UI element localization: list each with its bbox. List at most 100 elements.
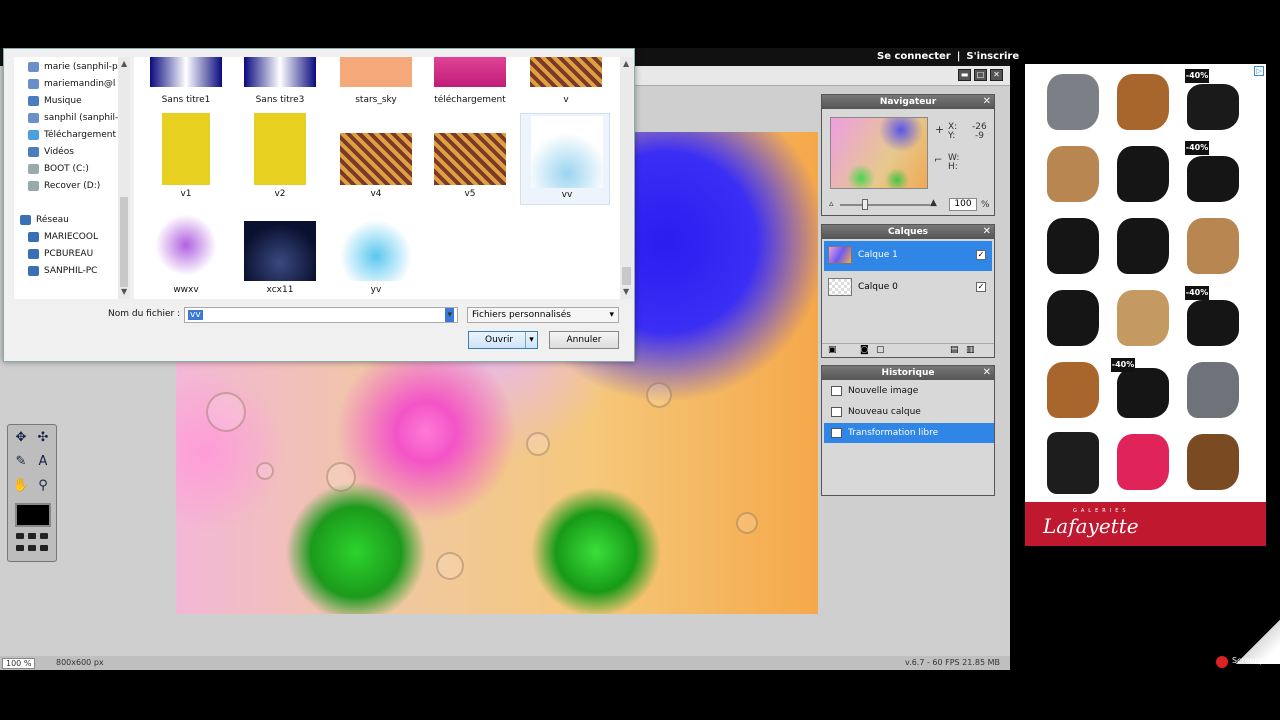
file-item[interactable]: xcx11 <box>234 209 324 299</box>
video-icon <box>28 147 39 157</box>
boot-image[interactable] <box>1117 74 1169 130</box>
file-item[interactable]: Sans titre1 <box>140 57 230 119</box>
new-layer-icon[interactable]: ▤ <box>950 345 959 355</box>
ad-choices-icon[interactable]: ▷ <box>1254 66 1264 76</box>
layer-row-0[interactable]: Calque 0 ✓ <box>824 273 992 303</box>
file-name: Sans titre3 <box>255 95 305 105</box>
filename-input[interactable]: vv ▾ <box>184 307 458 323</box>
signup-link[interactable]: S'inscrire <box>966 51 1019 62</box>
zoom-in-icon[interactable]: ▲ <box>930 198 937 208</box>
file-item[interactable]: v5 <box>424 113 514 205</box>
tree-item[interactable]: Téléchargement <box>28 127 116 143</box>
tree-item[interactable]: mariemandin@l <box>28 76 115 92</box>
chevron-down-icon[interactable]: ▾ <box>525 332 537 348</box>
file-item[interactable]: v <box>520 57 610 119</box>
open-button[interactable]: Ouvrir ▾ <box>468 331 538 349</box>
files-scrollbar[interactable]: ▲ ▼ <box>620 57 633 299</box>
maximize-button[interactable]: □ <box>974 69 987 81</box>
mask-icon[interactable]: ◙ <box>860 345 869 355</box>
history-item[interactable]: Nouveau calque <box>824 402 994 422</box>
layer-visibility-checkbox[interactable]: ✓ <box>976 250 986 260</box>
file-item[interactable]: v4 <box>330 113 420 205</box>
file-item[interactable]: v1 <box>140 113 230 205</box>
tree-item[interactable]: sanphil (sanphil- <box>28 110 118 126</box>
tree-item[interactable]: marie (sanphil-p <box>28 59 118 75</box>
boot-image[interactable] <box>1047 362 1099 418</box>
tree-item-label: Réseau <box>36 215 69 225</box>
boot-image[interactable] <box>1117 218 1169 274</box>
move-tool-icon[interactable]: ✥ <box>12 429 30 447</box>
boot-image[interactable] <box>1187 362 1239 418</box>
boot-image[interactable] <box>1117 146 1169 202</box>
advertisement[interactable]: ▷ -40% -40% -40% -40% GALERIES Lafayette <box>1025 64 1266 546</box>
boot-image[interactable] <box>1047 146 1099 202</box>
file-thumbnail <box>162 113 210 185</box>
scroll-down-icon[interactable]: ▼ <box>623 287 629 296</box>
zoom-slider-track[interactable] <box>840 204 930 206</box>
tree-item[interactable]: Recover (D:) <box>28 178 100 194</box>
transform-tool-icon[interactable]: ✣ <box>34 429 52 447</box>
ad-banner[interactable]: GALERIES Lafayette <box>1025 502 1266 546</box>
boot-image[interactable] <box>1187 434 1239 490</box>
close-icon[interactable]: ✕ <box>983 95 991 109</box>
zoom-tool-icon[interactable]: ⚲ <box>34 477 52 495</box>
chevron-down-icon[interactable]: ▾ <box>445 308 454 322</box>
scroll-up-icon[interactable]: ▲ <box>121 59 127 68</box>
trash-icon[interactable]: ▥ <box>966 345 975 355</box>
boot-image[interactable] <box>1047 74 1099 130</box>
image-dimensions: 800x600 px <box>56 658 104 667</box>
tree-item[interactable]: Musique <box>28 93 82 109</box>
boot-image[interactable] <box>1117 290 1169 346</box>
layer-styles-icon[interactable]: ▣ <box>828 345 837 355</box>
file-item-selected[interactable]: vv <box>520 113 610 205</box>
history-item[interactable]: Nouvelle image <box>824 381 994 401</box>
tree-item[interactable]: MARIECOOL <box>28 229 98 245</box>
boot-image[interactable] <box>1187 156 1239 202</box>
scroll-up-icon[interactable]: ▲ <box>623 59 629 68</box>
close-button[interactable]: ✕ <box>990 69 1003 81</box>
tree-item[interactable]: Vidéos <box>28 144 74 160</box>
file-item[interactable]: yv <box>330 209 420 299</box>
filetype-select[interactable]: Fichiers personnalisés ▾ <box>467 307 619 323</box>
file-item[interactable]: v2 <box>234 113 324 205</box>
boot-image[interactable] <box>1047 290 1099 346</box>
layer-row-1[interactable]: Calque 1 ✓ <box>824 241 992 271</box>
boot-image[interactable] <box>1047 218 1099 274</box>
boot-image[interactable] <box>1187 84 1239 130</box>
tree-item[interactable]: SANPHIL-PC <box>28 263 97 279</box>
coat-image[interactable] <box>1047 432 1099 494</box>
hand-tool-icon[interactable]: ✋ <box>12 477 30 495</box>
account-links: Se connecter | S'inscrire <box>874 51 1022 62</box>
zoom-level[interactable]: 100 % <box>2 658 36 669</box>
tree-item[interactable]: Réseau <box>20 212 69 228</box>
zoom-input[interactable]: 100 <box>949 198 977 211</box>
history-item-selected[interactable]: Transformation libre <box>824 423 994 443</box>
file-item[interactable]: téléchargement <box>424 57 514 119</box>
navigator-thumbnail[interactable] <box>830 117 928 189</box>
zoom-out-icon[interactable]: ▵ <box>829 199 834 209</box>
tree-item[interactable]: BOOT (C:) <box>28 161 89 177</box>
cancel-button[interactable]: Annuler <box>549 331 619 349</box>
scroll-down-icon[interactable]: ▼ <box>121 287 127 296</box>
color-swatch[interactable] <box>15 503 51 527</box>
login-link[interactable]: Se connecter <box>877 51 951 62</box>
brush-tool-icon[interactable]: ✎ <box>12 453 30 471</box>
layer-visibility-checkbox[interactable]: ✓ <box>976 282 986 292</box>
tree-item[interactable]: PCBUREAU <box>28 246 93 262</box>
boot-image[interactable] <box>1117 434 1169 490</box>
boot-image[interactable] <box>1117 368 1169 418</box>
close-icon[interactable]: ✕ <box>983 366 991 380</box>
minimize-button[interactable]: ▬ <box>958 69 971 81</box>
file-item[interactable]: wwxv <box>140 209 230 299</box>
boot-image[interactable] <box>1187 218 1239 274</box>
text-tool-icon[interactable]: A <box>34 453 52 471</box>
scroll-thumb[interactable] <box>120 197 128 287</box>
file-item[interactable]: Sans titre3 <box>234 57 324 119</box>
folder-icon[interactable]: ▢ <box>876 345 885 355</box>
close-icon[interactable]: ✕ <box>983 225 991 239</box>
boot-image[interactable] <box>1187 300 1239 346</box>
scroll-thumb[interactable] <box>622 267 631 285</box>
zoom-slider-handle[interactable] <box>862 199 868 210</box>
tree-scrollbar[interactable]: ▲ ▼ <box>118 57 130 299</box>
file-item[interactable]: stars_sky <box>330 57 420 119</box>
